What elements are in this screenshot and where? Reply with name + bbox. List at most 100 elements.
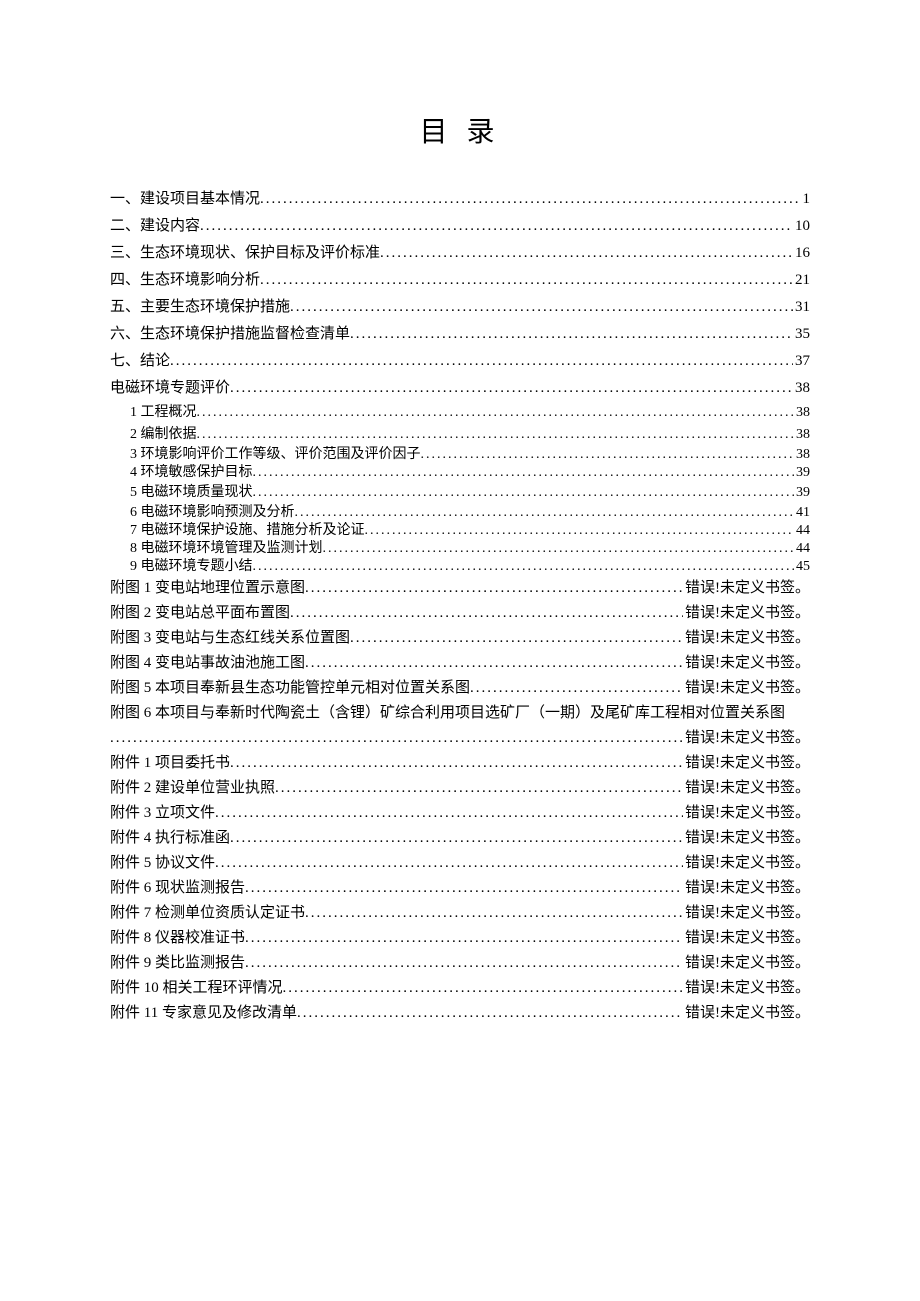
toc-entry-page: 错误!未定义书签。 xyxy=(683,831,810,846)
table-of-contents: 一、建设项目基本情况 1 二、建设内容10 三、生态环境现状、保护目标及评价标准 16 四… xyxy=(110,186,810,1026)
toc-leader-dots xyxy=(305,656,683,671)
toc-leader-dots xyxy=(170,354,793,369)
toc-entry-page: 16 xyxy=(793,246,810,261)
toc-entry-label: 附件 7 检测单位资质认定证书 xyxy=(110,906,305,921)
toc-leader-dots xyxy=(215,856,683,871)
toc-leader-dots xyxy=(253,466,795,480)
toc-entry-label: 附件 9 类比监测报告 xyxy=(110,956,245,971)
toc-entry-page: 38 xyxy=(793,381,810,396)
toc-entry-page: 45 xyxy=(794,560,810,574)
toc-leader-dots xyxy=(110,731,683,746)
toc-entry-continuation: 错误!未定义书签。 xyxy=(110,726,810,751)
toc-entry: 4 环境敏感保护目标 39 xyxy=(110,464,810,482)
toc-entry-label: 4 环境敏感保护目标 xyxy=(130,466,253,480)
toc-entry-page: 错误!未定义书签。 xyxy=(683,606,810,621)
toc-entry-label: 四、生态环境影响分析 xyxy=(110,273,260,288)
toc-entry-label: 附件 4 执行标准函 xyxy=(110,831,230,846)
toc-entry: 7 电磁环境保护设施、措施分析及论证44 xyxy=(110,522,810,540)
toc-entry: 附件 3 立项文件 错误!未定义书签。 xyxy=(110,801,810,826)
toc-entry: 3 环境影响评价工作等级、评价范围及评价因子38 xyxy=(110,446,810,464)
toc-entry-label: 附件 6 现状监测报告 xyxy=(110,881,245,896)
toc-entry: 附图 6 本项目与奉新时代陶瓷土（含锂）矿综合利用项目选矿厂（一期）及尾矿库工程… xyxy=(110,701,810,726)
toc-entry-page: 错误!未定义书签。 xyxy=(683,881,810,896)
toc-entry-label: 9 电磁环境专题小结 xyxy=(130,560,253,574)
toc-entry: 6 电磁环境影响预测及分析41 xyxy=(110,504,810,522)
toc-leader-dots xyxy=(323,542,795,556)
toc-entry-label: 附图 6 本项目与奉新时代陶瓷土（含锂）矿综合利用项目选矿厂（一期）及尾矿库工程… xyxy=(110,706,785,721)
toc-title: 目 录 xyxy=(110,110,810,150)
document-page: 目 录 一、建设项目基本情况 1 二、建设内容10 三、生态环境现状、保护目标及评价标… xyxy=(0,0,920,1086)
toc-entry-page: 35 xyxy=(793,327,810,342)
toc-entry: 一、建设项目基本情况 1 xyxy=(110,186,810,213)
toc-leader-dots xyxy=(365,524,795,538)
toc-leader-dots xyxy=(253,486,795,500)
toc-leader-dots xyxy=(305,906,683,921)
toc-entry-page: 错误!未定义书签。 xyxy=(683,981,810,996)
toc-entry-page: 37 xyxy=(793,354,810,369)
toc-entry-page: 错误!未定义书签。 xyxy=(683,681,810,696)
toc-entry-page: 39 xyxy=(794,466,810,480)
toc-entry-label: 附件 3 立项文件 xyxy=(110,806,215,821)
toc-leader-dots xyxy=(230,756,683,771)
toc-entry: 附图 3 变电站与生态红线关系位置图错误!未定义书签。 xyxy=(110,626,810,651)
toc-entry-label: 附件 10 相关工程环评情况 xyxy=(110,981,283,996)
toc-entry: 二、建设内容10 xyxy=(110,213,810,240)
toc-entry: 四、生态环境影响分析 21 xyxy=(110,267,810,294)
toc-entry-page: 1 xyxy=(801,192,811,207)
toc-leader-dots xyxy=(297,1006,683,1021)
toc-leader-dots xyxy=(421,448,795,462)
toc-entry-page: 错误!未定义书签。 xyxy=(683,656,810,671)
toc-leader-dots xyxy=(245,931,683,946)
toc-entry: 附件 10 相关工程环评情况 错误!未定义书签。 xyxy=(110,976,810,1001)
toc-entry-label: 附件 11 专家意见及修改清单 xyxy=(110,1006,297,1021)
toc-entry-page: 错误!未定义书签。 xyxy=(683,806,810,821)
toc-entry: 附件 4 执行标准函 错误!未定义书签。 xyxy=(110,826,810,851)
toc-entry: 七、结论 37 xyxy=(110,348,810,375)
toc-entry-page: 44 xyxy=(794,542,810,556)
toc-entry-label: 5 电磁环境质量现状 xyxy=(130,486,253,500)
toc-entry: 1 工程概况 38 xyxy=(110,402,810,424)
toc-entry-label: 一、建设项目基本情况 xyxy=(110,192,260,207)
toc-entry-label: 附件 1 项目委托书 xyxy=(110,756,230,771)
toc-entry: 附件 7 检测单位资质认定证书错误!未定义书签。 xyxy=(110,901,810,926)
toc-leader-dots xyxy=(290,300,793,315)
toc-entry-page: 38 xyxy=(794,448,810,462)
toc-entry: 8 电磁环境环境管理及监测计划 44 xyxy=(110,540,810,558)
toc-entry-page: 41 xyxy=(794,506,810,520)
toc-entry: 附件 5 协议文件错误!未定义书签。 xyxy=(110,851,810,876)
toc-entry: 附图 4 变电站事故油池施工图错误!未定义书签。 xyxy=(110,651,810,676)
toc-leader-dots xyxy=(245,956,683,971)
toc-entry-label: 附图 2 变电站总平面布置图 xyxy=(110,606,290,621)
toc-entry-page: 错误!未定义书签。 xyxy=(683,1006,810,1021)
toc-leader-dots xyxy=(350,327,793,342)
toc-entry: 附件 9 类比监测报告错误!未定义书签。 xyxy=(110,951,810,976)
toc-entry: 五、主要生态环境保护措施31 xyxy=(110,294,810,321)
toc-leader-dots xyxy=(253,560,795,574)
toc-entry: 附图 1 变电站地理位置示意图错误!未定义书签。 xyxy=(110,576,810,601)
toc-leader-dots xyxy=(230,831,683,846)
toc-entry-label: 附件 8 仪器校准证书 xyxy=(110,931,245,946)
toc-entry: 附件 8 仪器校准证书 错误!未定义书签。 xyxy=(110,926,810,951)
toc-entry-label: 附件 5 协议文件 xyxy=(110,856,215,871)
toc-entry-page: 10 xyxy=(793,219,810,234)
toc-leader-dots xyxy=(197,406,795,420)
toc-entry-label: 七、结论 xyxy=(110,354,170,369)
toc-leader-dots xyxy=(470,681,683,696)
toc-entry-page: 21 xyxy=(793,273,810,288)
toc-leader-dots xyxy=(230,381,793,396)
toc-entry-label: 1 工程概况 xyxy=(130,406,197,420)
toc-entry-label: 三、生态环境现状、保护目标及评价标准 xyxy=(110,246,380,261)
toc-entry: 2 编制依据38 xyxy=(110,424,810,446)
toc-leader-dots xyxy=(215,806,683,821)
toc-entry: 附图 5 本项目奉新县生态功能管控单元相对位置关系图错误!未定义书签。 xyxy=(110,676,810,701)
toc-leader-dots xyxy=(380,246,793,261)
toc-entry-page: 44 xyxy=(794,524,810,538)
toc-entry-page: 38 xyxy=(794,406,810,420)
toc-entry-label: 8 电磁环境环境管理及监测计划 xyxy=(130,542,323,556)
toc-leader-dots xyxy=(350,631,683,646)
toc-entry-page: 错误!未定义书签。 xyxy=(683,931,810,946)
toc-leader-dots xyxy=(260,192,800,207)
toc-entry-page: 错误!未定义书签。 xyxy=(683,731,810,746)
toc-entry-label: 电磁环境专题评价 xyxy=(110,381,230,396)
toc-leader-dots xyxy=(197,428,795,442)
